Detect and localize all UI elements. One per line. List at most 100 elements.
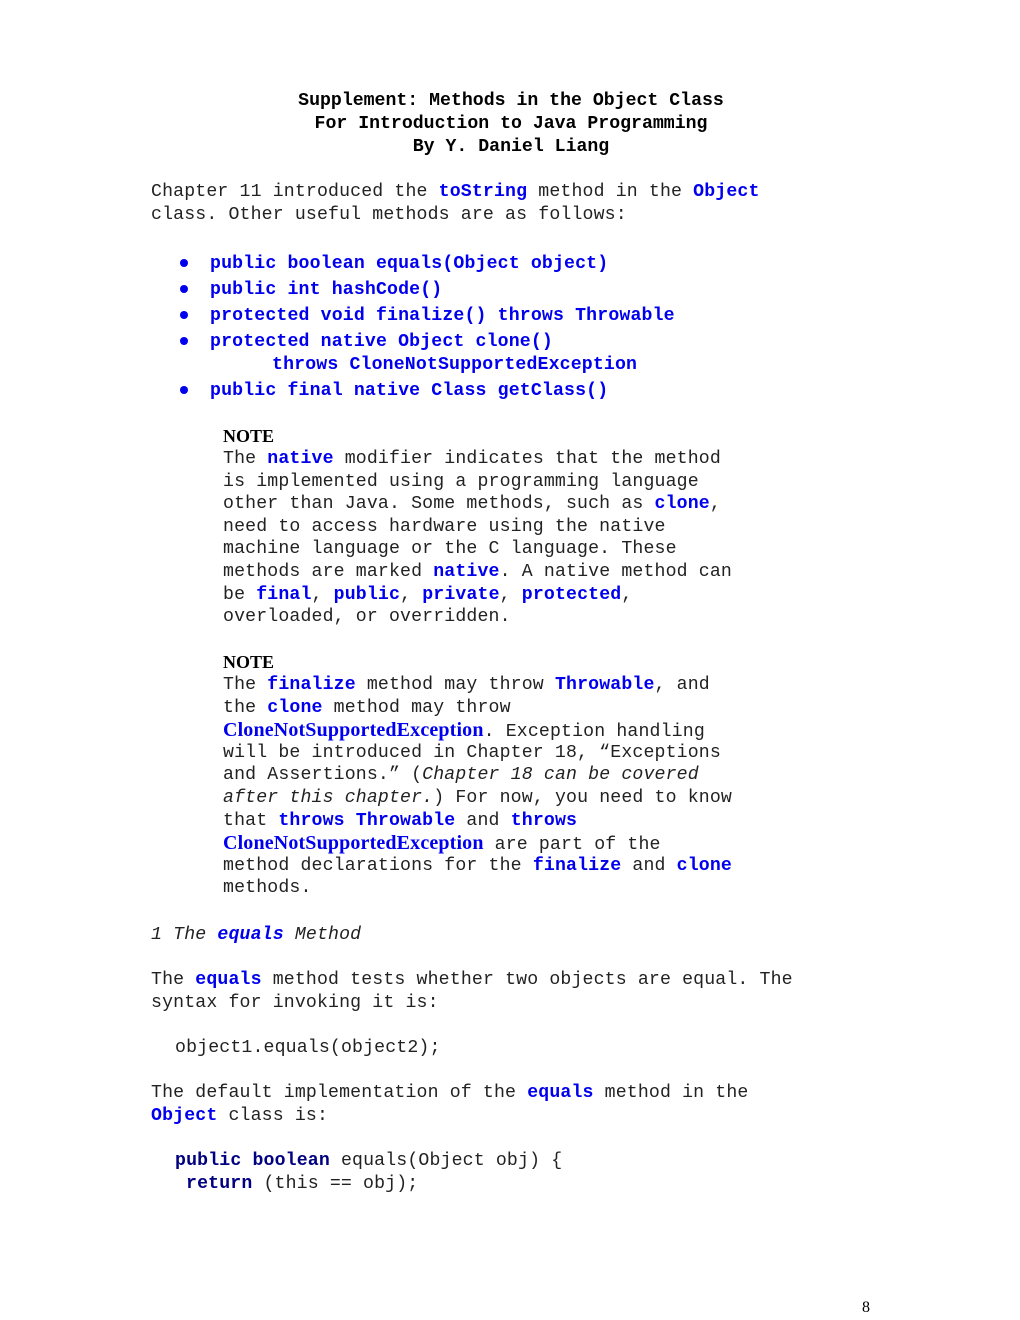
code-line: public boolean equals(Object obj) { bbox=[175, 1150, 562, 1172]
code-keyword: toString bbox=[438, 182, 528, 202]
italic-text: Chapter 18 can be covered bbox=[422, 765, 699, 786]
text-run: methods. bbox=[223, 878, 312, 899]
code-snippet: object1.equals(object2); bbox=[175, 1038, 441, 1058]
note-line: The finalize method may throw Throwable,… bbox=[223, 674, 710, 696]
code-keyword: equals bbox=[195, 970, 262, 990]
bullet-icon bbox=[180, 337, 188, 345]
document-title-line-1: Supplement: Methods in the Object Class bbox=[298, 91, 724, 111]
text-run: method in the bbox=[593, 1083, 749, 1103]
text-run: will be introduced in Chapter 18, “Excep… bbox=[223, 742, 721, 763]
note-line: CloneNotSupportedException are part of t… bbox=[223, 832, 661, 856]
method-signature: public int hashCode() bbox=[210, 280, 443, 300]
text-run: class is: bbox=[217, 1106, 329, 1126]
text-run: method declarations for the bbox=[223, 855, 533, 876]
code-keyword: native bbox=[433, 562, 500, 582]
note-line: is implemented using a programming langu… bbox=[223, 471, 699, 493]
text-run: The bbox=[151, 970, 196, 990]
code-keyword: public bbox=[333, 584, 401, 605]
document-page: Supplement: Methods in the Object Class … bbox=[0, 0, 1020, 1320]
java-keyword: return bbox=[186, 1174, 253, 1194]
method-signature: protected void finalize() throws Throwab… bbox=[210, 306, 675, 326]
paragraph-line: Object class is: bbox=[151, 1105, 328, 1127]
italic-text: after this chapter. bbox=[223, 788, 434, 808]
text-run: equals(Object obj) { bbox=[329, 1151, 563, 1171]
code-keyword: private bbox=[422, 584, 500, 605]
text-run: the bbox=[223, 697, 268, 718]
text-run: The bbox=[223, 675, 268, 695]
text-run: The bbox=[223, 449, 268, 469]
note-line: methods. bbox=[223, 877, 312, 899]
text-run: machine language or the C language. Thes… bbox=[223, 539, 677, 560]
code-keyword: clone bbox=[676, 855, 732, 876]
code-keyword: Object bbox=[693, 182, 760, 202]
code-keyword: Object bbox=[151, 1106, 218, 1126]
note-line: and Assertions.” (Chapter 18 can be cove… bbox=[223, 764, 699, 786]
intro-line-1: Chapter 11 introduced the toString metho… bbox=[151, 181, 760, 203]
text-run: need to access hardware using the native bbox=[223, 516, 666, 537]
text-run: overloaded, or overridden. bbox=[223, 607, 511, 628]
code-keyword: equals bbox=[217, 925, 284, 945]
note-line: overloaded, or overridden. bbox=[223, 606, 511, 628]
document-title-line-2: For Introduction to Java Programming bbox=[314, 114, 708, 134]
code-keyword: Throwable bbox=[554, 675, 655, 695]
text-run: is implemented using a programming langu… bbox=[223, 471, 699, 492]
text-run: syntax for invoking it is: bbox=[151, 993, 439, 1013]
code-keyword: clone bbox=[654, 494, 710, 515]
java-keyword: public boolean bbox=[175, 1151, 330, 1171]
italic-text: Method bbox=[283, 925, 362, 945]
code-keyword: throws Throwable bbox=[278, 810, 456, 831]
text-run: , and bbox=[654, 675, 710, 695]
note-line: methods are marked native. A native meth… bbox=[223, 561, 732, 583]
text-run: that bbox=[223, 810, 279, 831]
page-number: 8 bbox=[862, 1299, 870, 1316]
text-run: . A native method can bbox=[499, 562, 732, 582]
code-keyword: clone bbox=[267, 697, 323, 718]
italic-text: 1 The bbox=[151, 925, 218, 945]
code-keyword: finalize bbox=[532, 855, 622, 876]
document-author-line: By Y. Daniel Liang bbox=[412, 137, 610, 157]
text-run: Chapter 11 introduced the bbox=[151, 182, 439, 202]
code-keyword: CloneNotSupportedException bbox=[223, 719, 484, 742]
note-line: CloneNotSupportedException. Exception ha… bbox=[223, 719, 705, 743]
note-line: be final, public, private, protected, bbox=[223, 584, 632, 606]
code-keyword: throws bbox=[510, 810, 578, 831]
paragraph-line: The equals method tests whether two obje… bbox=[151, 969, 793, 991]
method-signature: protected native Object clone() bbox=[210, 332, 553, 352]
note-line: the clone method may throw bbox=[223, 697, 511, 719]
code-keyword: native bbox=[267, 449, 334, 469]
text-run: , bbox=[499, 584, 522, 605]
note-line: The native modifier indicates that the m… bbox=[223, 448, 721, 470]
code-keyword: finalize bbox=[267, 675, 356, 695]
text-run: and bbox=[621, 855, 677, 876]
paragraph-line: syntax for invoking it is: bbox=[151, 992, 439, 1014]
text-run: , bbox=[400, 584, 423, 605]
text-run: (this == obj); bbox=[252, 1174, 419, 1194]
bullet-icon bbox=[180, 259, 188, 267]
text-run: and bbox=[455, 810, 511, 831]
text-run: method tests whether two objects are equ… bbox=[261, 970, 793, 990]
code-keyword: CloneNotSupportedException bbox=[223, 832, 484, 855]
code-keyword: equals bbox=[527, 1083, 594, 1103]
code-line: return (this == obj); bbox=[186, 1173, 418, 1195]
bullet-icon bbox=[180, 311, 188, 319]
method-signature: public boolean equals(Object object) bbox=[210, 254, 609, 274]
text-run: other than Java. Some methods, such as bbox=[223, 494, 655, 515]
text-run: The default implementation of the bbox=[151, 1083, 528, 1103]
section-heading: 1 The equals Method bbox=[151, 924, 361, 946]
note-heading: NOTE bbox=[223, 652, 275, 672]
note-line: machine language or the C language. Thes… bbox=[223, 538, 677, 560]
text-run: , bbox=[621, 584, 633, 605]
intro-line-2: class. Other useful methods are as follo… bbox=[151, 205, 627, 225]
bullet-icon bbox=[180, 386, 188, 394]
text-run: be bbox=[223, 584, 257, 605]
text-run: ) For now, you need to know bbox=[433, 788, 732, 808]
paragraph-line: The default implementation of the equals… bbox=[151, 1082, 748, 1104]
note-heading: NOTE bbox=[223, 426, 275, 446]
bullet-icon bbox=[180, 285, 188, 293]
text-run: methods are marked bbox=[223, 562, 434, 582]
note-line: other than Java. Some methods, such as c… bbox=[223, 493, 721, 515]
text-run: method may throw bbox=[355, 675, 555, 695]
text-run: and Assertions.” ( bbox=[223, 765, 423, 786]
note-line: that throws Throwable and throws bbox=[223, 810, 577, 832]
note-line: method declarations for the finalize and… bbox=[223, 855, 732, 877]
